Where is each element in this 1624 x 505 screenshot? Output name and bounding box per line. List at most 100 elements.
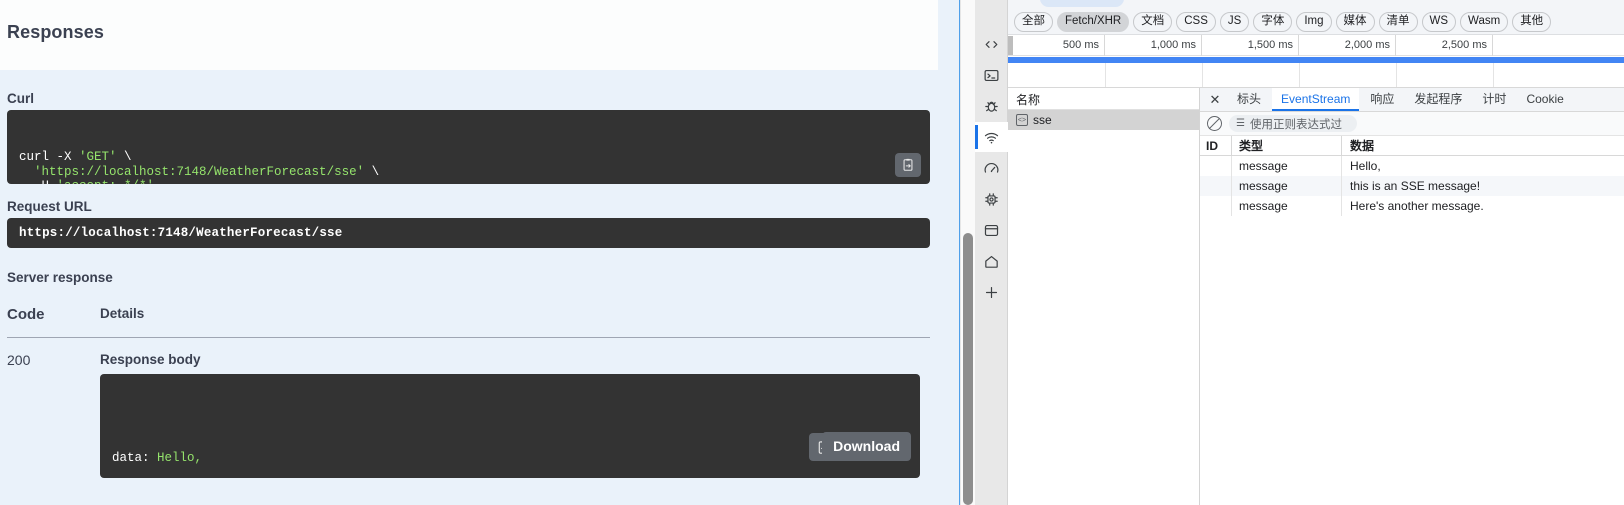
- close-icon[interactable]: ✕: [1204, 88, 1226, 111]
- network-content-panes: 名称 <> sse ✕ 标头 EventStream 响应 发起程序 计时 Cookie ☰…: [1008, 88, 1624, 505]
- detail-tab-标头[interactable]: 标头: [1228, 88, 1270, 111]
- network-filter-Img[interactable]: Img: [1296, 11, 1332, 32]
- network-filter-JS[interactable]: JS: [1219, 11, 1250, 32]
- request-list-item[interactable]: <> sse: [1008, 110, 1199, 130]
- performance-gauge-icon[interactable]: [975, 153, 1008, 183]
- memory-chip-icon[interactable]: [975, 184, 1008, 214]
- eventstream-row[interactable]: message Hello,: [1200, 156, 1624, 176]
- request-detail-tabs: ✕ 标头 EventStream 响应 发起程序 计时 Cookie: [1200, 88, 1624, 112]
- network-type-filters: 全部 Fetch/XHR 文档 CSS JS 字体 Img 媒体 清单 WS Wasm 其他: [1008, 9, 1624, 35]
- request-url-label: Request URL: [7, 199, 92, 214]
- response-body-label: Response body: [100, 352, 201, 367]
- scrollbar-thumb[interactable]: [963, 233, 973, 505]
- eventstream-cell-type: message: [1232, 196, 1342, 216]
- response-body-block: data: Hello,data: this is an SSE message…: [100, 374, 920, 478]
- sse-field-value: Hello,: [157, 451, 203, 465]
- timeline-gridline: [1202, 63, 1203, 87]
- detail-tab-Cookie[interactable]: Cookie: [1517, 88, 1572, 111]
- eventstream-row[interactable]: message this is an SSE message!: [1200, 176, 1624, 196]
- page-title: Responses: [7, 22, 104, 42]
- timeline-tick-label: 2,500 ms: [1396, 35, 1493, 56]
- column-header-type: 类型: [1232, 136, 1342, 155]
- swagger-panel-edge: [938, 0, 960, 505]
- timeline-request-bar: [1008, 57, 1624, 63]
- status-code: 200: [7, 352, 31, 368]
- eventstream-header-row: ID 类型 数据: [1200, 136, 1624, 156]
- home-icon[interactable]: [975, 246, 1008, 276]
- network-filter-其他[interactable]: 其他: [1512, 11, 1552, 32]
- curl-code-line: 'https://localhost:7148/WeatherForecast/…: [34, 164, 380, 179]
- search-pill-partial: [1040, 0, 1124, 7]
- timeline-tick-label: 500 ms: [1008, 35, 1105, 56]
- network-filter-CSS[interactable]: CSS: [1176, 11, 1216, 32]
- devtools-network-panel: 全部 Fetch/XHR 文档 CSS JS 字体 Img 媒体 清单 WS Wasm 其他 500 …: [1008, 0, 1624, 505]
- detail-tab-计时[interactable]: 计时: [1473, 88, 1515, 111]
- copy-curl-button[interactable]: [895, 153, 921, 177]
- request-list-rows: <> sse: [1008, 110, 1199, 130]
- swagger-responses-panel: Responses Curl curl -X 'GET' \ 'https://…: [0, 0, 938, 505]
- add-panel-icon[interactable]: [975, 277, 1008, 307]
- application-box-icon[interactable]: [975, 215, 1008, 245]
- screenshot-root: Responses Curl curl -X 'GET' \ 'https://…: [0, 0, 1624, 505]
- eventstream-cell-id: [1200, 176, 1232, 196]
- curl-code-line: -H 'accept: */*': [19, 179, 918, 184]
- network-filter-Wasm[interactable]: Wasm: [1460, 11, 1509, 32]
- request-url-value: https://localhost:7148/WeatherForecast/s…: [7, 218, 930, 248]
- eventstream-cell-data: Hello,: [1350, 159, 1381, 173]
- copy-to-clipboard-icon: [903, 158, 913, 171]
- sse-field-name: data:: [112, 451, 158, 465]
- clear-messages-icon[interactable]: [1207, 116, 1222, 131]
- network-filter-Fetch/XHR[interactable]: Fetch/XHR: [1057, 11, 1130, 32]
- detail-tab-响应[interactable]: 响应: [1361, 88, 1403, 111]
- request-list-header: 名称: [1008, 88, 1199, 110]
- swagger-scrollbar[interactable]: [960, 0, 975, 505]
- download-button[interactable]: Download: [822, 432, 911, 461]
- network-filter-媒体[interactable]: 媒体: [1335, 11, 1375, 32]
- eventstream-cell-data: Here's another message.: [1350, 199, 1484, 213]
- eventstream-row[interactable]: message Here's another message.: [1200, 196, 1624, 216]
- network-timeline-overview: 500 ms 1,000 ms 1,500 ms 2,000 ms 2,500 ms: [1008, 35, 1624, 88]
- server-response-label: Server response: [7, 270, 113, 285]
- console-terminal-icon[interactable]: [975, 60, 1008, 90]
- timeline-ruler: 500 ms 1,000 ms 1,500 ms 2,000 ms 2,500 ms: [1008, 35, 1624, 56]
- document-code-icon: <>: [1016, 114, 1028, 126]
- responses-header: Responses: [0, 0, 938, 70]
- timeline-gridline: [1396, 63, 1397, 87]
- devtools-activity-bar: [975, 0, 1008, 505]
- eventstream-rows: message Hello, message this is an SSE messa…: [1200, 156, 1624, 216]
- network-wifi-icon[interactable]: [975, 122, 1008, 152]
- request-list-pane: 名称 <> sse: [1008, 88, 1200, 505]
- devtools-panel: 全部 Fetch/XHR 文档 CSS JS 字体 Img 媒体 清单 WS Wasm 其他 500 …: [975, 0, 1624, 505]
- table-row: 200 Response body data: Hello,data: this…: [7, 338, 930, 478]
- table-header-row: Code Details: [7, 306, 930, 338]
- network-filter-字体[interactable]: 字体: [1253, 11, 1293, 32]
- column-header-code: Code: [7, 306, 45, 323]
- detail-tab-EventStream[interactable]: EventStream: [1272, 88, 1360, 111]
- server-response-table: Code Details 200 Response body data: Hel…: [7, 306, 930, 478]
- filter-icon: ☰: [1236, 118, 1245, 129]
- devtools-toolbar-partial: [1008, 0, 1624, 9]
- eventstream-filter-input[interactable]: ☰ 使用正则表达式过: [1229, 115, 1357, 132]
- request-name-label: sse: [1033, 113, 1052, 127]
- swagger-body: Curl curl -X 'GET' \ 'https://localhost:…: [0, 91, 938, 478]
- column-header-id: ID: [1200, 136, 1232, 155]
- network-filter-全部[interactable]: 全部: [1014, 11, 1053, 32]
- request-detail-pane: ✕ 标头 EventStream 响应 发起程序 计时 Cookie ☰ 使用正则表达式过…: [1200, 88, 1624, 505]
- response-body-text: data: Hello,data: this is an SSE message…: [112, 444, 908, 478]
- curl-code-text: curl -X 'GET' \ 'https://localhost:7148/…: [19, 150, 918, 184]
- network-filter-WS[interactable]: WS: [1421, 11, 1457, 32]
- sources-bug-icon[interactable]: [975, 91, 1008, 121]
- column-header-data: 数据: [1350, 139, 1375, 153]
- elements-code-icon[interactable]: [975, 29, 1008, 59]
- curl-label: Curl: [7, 91, 34, 106]
- timeline-gridline: [1105, 63, 1106, 87]
- timeline-tick-label: 1,000 ms: [1105, 35, 1202, 56]
- curl-code-line: curl -X 'GET' \: [19, 150, 132, 164]
- eventstream-cell-data: this is an SSE message!: [1350, 179, 1481, 193]
- filter-placeholder-text: 使用正则表达式过: [1249, 118, 1342, 131]
- network-filter-文档[interactable]: 文档: [1133, 11, 1173, 32]
- eventstream-toolbar: ☰ 使用正则表达式过: [1200, 112, 1624, 136]
- detail-tab-发起程序[interactable]: 发起程序: [1405, 88, 1471, 111]
- eventstream-cell-type: message: [1232, 156, 1342, 176]
- network-filter-清单[interactable]: 清单: [1378, 11, 1418, 32]
